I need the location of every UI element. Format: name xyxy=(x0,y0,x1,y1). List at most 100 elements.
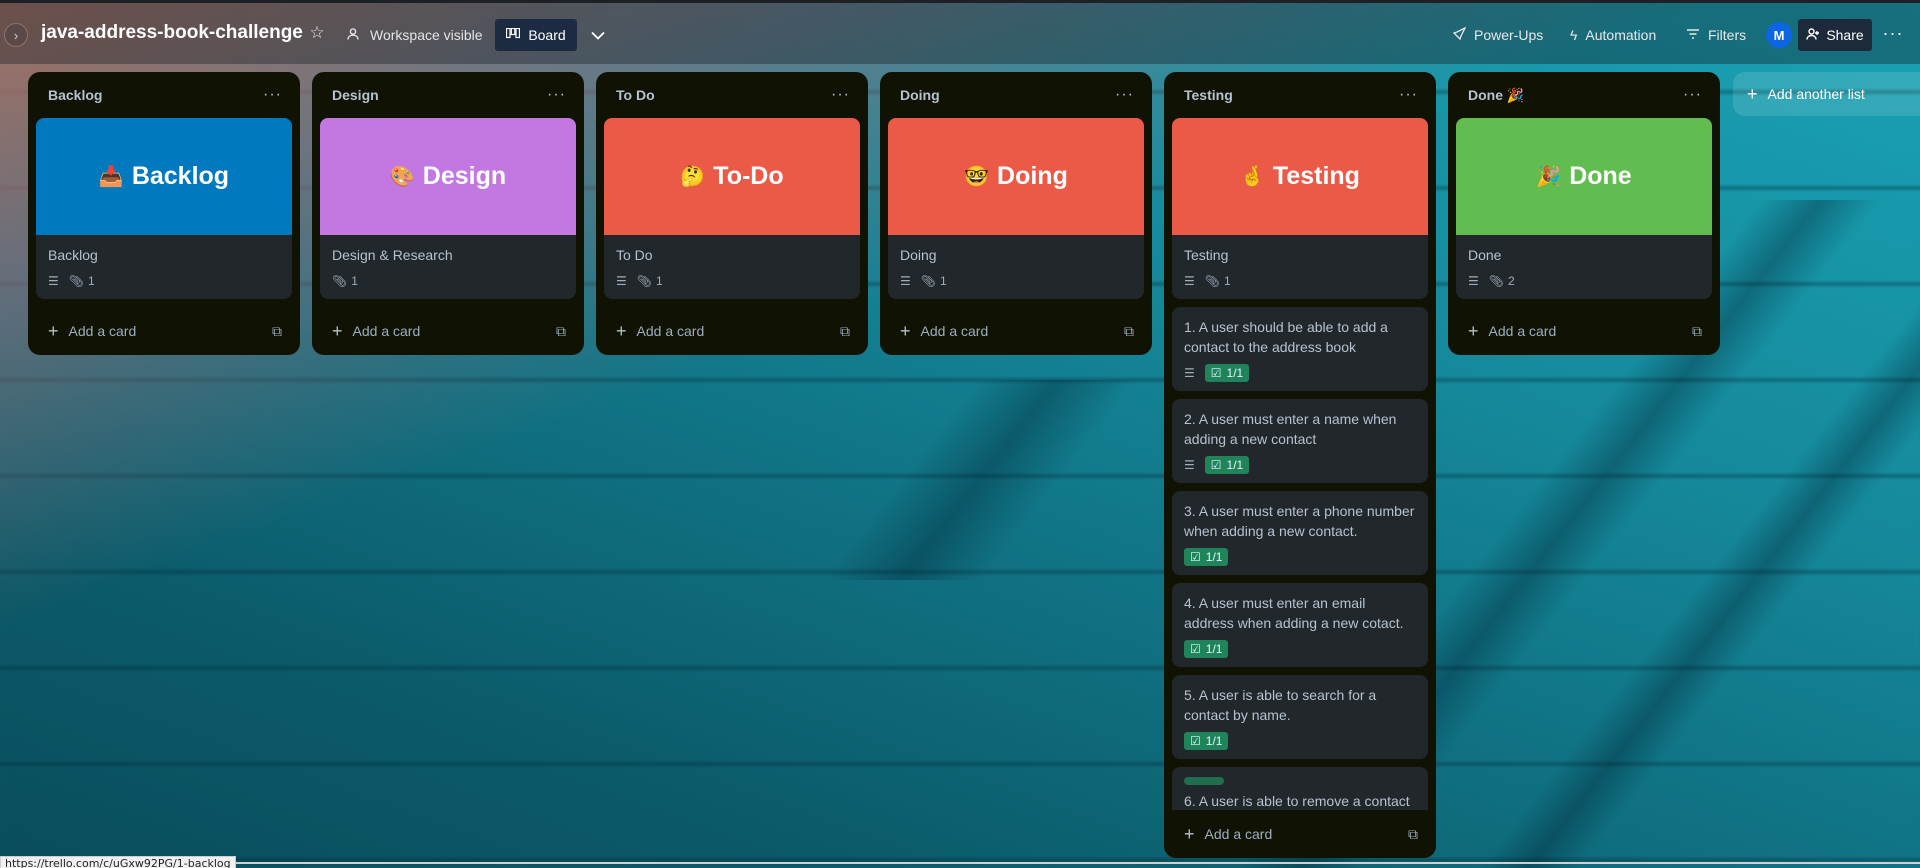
card-story-6[interactable]: 6. A user is able to remove a contact xyxy=(1172,767,1428,810)
chevron-right-icon[interactable]: › xyxy=(4,23,28,47)
list-header: Backlog ··· xyxy=(36,72,292,118)
checklist-badge: ☑ 1/1 xyxy=(1184,732,1229,750)
attachment-badge: 📎︎ 1 xyxy=(332,274,358,288)
power-ups-label: Power-Ups xyxy=(1474,27,1544,43)
card-cover: 🤓 Doing xyxy=(888,118,1144,235)
list-title[interactable]: Testing xyxy=(1184,87,1233,103)
avatar[interactable]: M xyxy=(1766,22,1792,48)
description-icon: ☰ xyxy=(1184,458,1195,472)
card-title: Backlog xyxy=(48,247,98,263)
board-view-button[interactable]: Board xyxy=(495,19,577,51)
add-list-label: Add another list xyxy=(1767,86,1865,102)
description-icon: ☰ xyxy=(1184,366,1195,380)
list-header: Done 🎉 ··· xyxy=(1456,72,1712,118)
card-badges: ☰ ☑ 1/1 xyxy=(1184,363,1416,383)
card-backlog[interactable]: 📥 Backlog Backlog ☰ 📎︎ 1 xyxy=(36,118,292,299)
filters-button[interactable]: Filters xyxy=(1686,23,1746,47)
list-title[interactable]: Backlog xyxy=(48,87,102,103)
card-testing[interactable]: 🤞 Testing Testing ☰ 📎︎ 1 xyxy=(1172,118,1428,299)
description-icon: ☰ xyxy=(1184,274,1195,288)
card-done[interactable]: 🎉 Done Done ☰ 📎︎ 2 xyxy=(1456,118,1712,299)
description-icon: ☰ xyxy=(616,274,627,288)
automation-button[interactable]: ϟ Automation xyxy=(1570,23,1656,47)
card-template-icon[interactable]: ⧉ xyxy=(1408,826,1418,843)
list-menu-icon[interactable]: ··· xyxy=(831,86,850,104)
add-card-row: + Add a card ⧉ xyxy=(604,307,860,355)
card-story-2[interactable]: 2. A user must enter a name when adding … xyxy=(1172,399,1428,483)
attachment-count: 1 xyxy=(1224,274,1231,288)
attachment-badge: 📎︎ 1 xyxy=(921,274,947,288)
chevron-down-icon[interactable] xyxy=(586,19,610,51)
board-title[interactable]: java-address-book-challenge xyxy=(41,22,303,44)
checklist-count: 1/1 xyxy=(1205,642,1223,656)
plus-icon: + xyxy=(616,320,627,341)
star-icon[interactable]: ☆ xyxy=(306,23,328,45)
add-card-button[interactable]: + Add a card xyxy=(900,321,988,342)
list-title[interactable]: Done 🎉 xyxy=(1468,87,1524,104)
add-card-button[interactable]: + Add a card xyxy=(332,321,420,342)
card-cover: 📥 Backlog xyxy=(36,118,292,235)
list-menu-icon[interactable]: ··· xyxy=(263,86,282,104)
list-menu-icon[interactable]: ··· xyxy=(1115,86,1134,104)
add-card-label: Add a card xyxy=(352,323,421,339)
card-title: 6. A user is able to remove a contact xyxy=(1184,793,1410,809)
plus-icon: + xyxy=(900,320,911,341)
card-story-1[interactable]: 1. A user should be able to add a contac… xyxy=(1172,307,1428,391)
card-cover: 🎨 Design xyxy=(320,118,576,235)
thinking-face-emoji: 🤔 xyxy=(680,166,706,188)
card-to-do[interactable]: 🤔 To-Do To Do ☰ 📎︎ 1 xyxy=(604,118,860,299)
list-title[interactable]: To Do xyxy=(616,87,655,103)
card-template-icon[interactable]: ⧉ xyxy=(556,323,566,340)
list-done: Done 🎉 ··· 🎉 Done Done ☰ 📎︎ 2 + Add a ca… xyxy=(1448,72,1720,355)
card-title: Testing xyxy=(1184,247,1229,263)
description-icon: ☰ xyxy=(900,274,911,288)
add-card-row: + Add a card ⧉ xyxy=(1172,810,1428,858)
card-badges: ☑ 1/1 xyxy=(1184,731,1416,751)
card-body: To Do ☰ 📎︎ 1 xyxy=(604,235,860,299)
share-label: Share xyxy=(1826,27,1864,43)
attachment-count: 1 xyxy=(656,274,663,288)
list-menu-icon[interactable]: ··· xyxy=(1399,86,1418,104)
add-card-label: Add a card xyxy=(636,323,705,339)
filter-icon xyxy=(1686,27,1700,43)
attachment-count: 1 xyxy=(88,274,95,288)
card-cover-text: Testing xyxy=(1272,162,1360,190)
attachment-badge: 📎︎ 2 xyxy=(1489,274,1515,288)
card-cover: 🤞 Testing xyxy=(1172,118,1428,235)
add-card-button[interactable]: + Add a card xyxy=(616,321,704,342)
card-template-icon[interactable]: ⧉ xyxy=(1692,323,1702,340)
card-doing[interactable]: 🤓 Doing Doing ☰ 📎︎ 1 xyxy=(888,118,1144,299)
card-template-icon[interactable]: ⧉ xyxy=(1124,323,1134,340)
paperclip-icon: 📎︎ xyxy=(68,274,84,288)
card-story-3[interactable]: 3. A user must enter a phone number when… xyxy=(1172,491,1428,575)
list-cards-scroll[interactable]: 🤞 Testing Testing ☰ 📎︎ 1 1. A user shoul… xyxy=(1172,118,1428,810)
share-button[interactable]: Share xyxy=(1798,19,1872,51)
power-ups-button[interactable]: Power-Ups xyxy=(1452,23,1543,47)
people-icon xyxy=(346,27,360,44)
card-story-4[interactable]: 4. A user must enter an email address wh… xyxy=(1172,583,1428,667)
list-title[interactable]: Design xyxy=(332,87,379,103)
list-menu-icon[interactable]: ··· xyxy=(1683,86,1702,104)
card-badges: ☑ 1/1 xyxy=(1184,547,1416,567)
visibility-button[interactable]: Workspace visible xyxy=(346,23,483,47)
card-body: Backlog ☰ 📎︎ 1 xyxy=(36,235,292,299)
card-cover-text: Doing xyxy=(997,162,1068,190)
add-list-button[interactable]: + Add another list xyxy=(1733,72,1920,116)
checklist-badge: ☑ 1/1 xyxy=(1184,548,1229,566)
add-card-button[interactable]: + Add a card xyxy=(1468,321,1556,342)
card-story-5[interactable]: 5. A user is able to search for a contac… xyxy=(1172,675,1428,759)
checklist-badge: ☑ 1/1 xyxy=(1204,364,1250,382)
checkbox-icon: ☑ xyxy=(1210,366,1222,380)
add-card-label: Add a card xyxy=(920,323,989,339)
card-body: 2. A user must enter a name when adding … xyxy=(1172,399,1428,483)
add-card-button[interactable]: + Add a card xyxy=(48,321,136,342)
more-icon[interactable]: ··· xyxy=(1880,23,1906,47)
card-template-icon[interactable]: ⧉ xyxy=(840,323,850,340)
card-badges: ☰ 📎︎ 1 xyxy=(48,271,280,291)
list-menu-icon[interactable]: ··· xyxy=(547,86,566,104)
checklist-count: 1/1 xyxy=(1205,550,1223,564)
add-card-button[interactable]: + Add a card xyxy=(1184,824,1272,845)
card-design[interactable]: 🎨 Design Design & Research 📎︎ 1 xyxy=(320,118,576,299)
card-template-icon[interactable]: ⧉ xyxy=(272,323,282,340)
list-title[interactable]: Doing xyxy=(900,87,940,103)
